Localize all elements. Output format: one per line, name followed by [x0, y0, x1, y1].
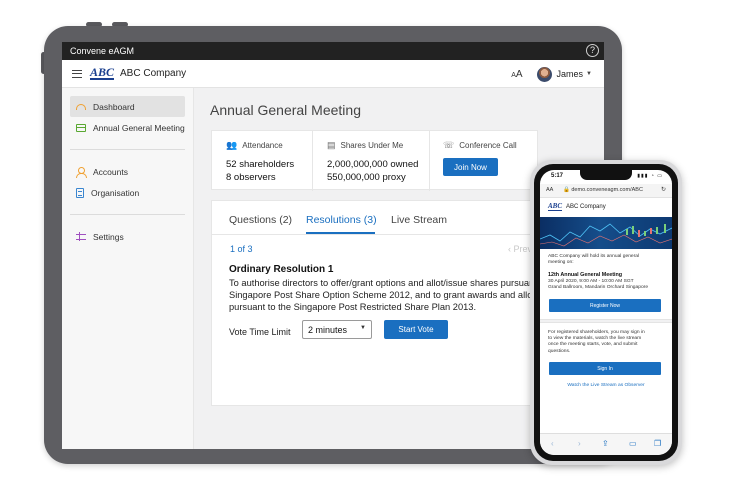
observer-count: 8 observers	[226, 172, 276, 183]
owned-shares: 2,000,000,000 owned	[327, 159, 419, 170]
proxy-shares: 550,000,000 proxy	[327, 172, 406, 183]
font-size-icon[interactable]: AA	[511, 69, 522, 80]
banner-graphic	[540, 223, 672, 247]
register-now-button[interactable]: Register Now	[549, 299, 661, 312]
phone-device: 5:17 ▮▮▮ ◔ ▭ AA 🔒 demo.conveneagm.com/AB…	[530, 160, 682, 465]
company-name: ABC Company	[120, 68, 187, 79]
forward-icon[interactable]: ›	[578, 439, 581, 448]
attendance-heading: 👥 Attendance	[226, 140, 312, 151]
phone-header: ABC ABC Company	[548, 203, 606, 211]
calendar-icon	[76, 123, 86, 132]
reader-aa-button[interactable]: AA	[546, 187, 553, 193]
tab-resolutions[interactable]: Resolutions (3)	[306, 214, 377, 226]
join-now-button[interactable]: Join Now	[443, 158, 498, 176]
chevron-down-icon[interactable]: ▼	[586, 71, 592, 77]
sidebar-item-accounts[interactable]: Accounts	[70, 161, 185, 182]
certificate-icon: ▤	[327, 140, 336, 150]
font-size-large-glyph: A	[515, 68, 523, 80]
app-header: ABC ABC Company AA James ▼	[62, 60, 604, 88]
conference-heading-label: Conference Call	[459, 141, 517, 150]
meeting-title: 12th Annual General Meeting	[548, 272, 623, 278]
phone-notch	[580, 170, 632, 180]
tablet-screen: Convene eAGM ? ABC ABC Company AA James …	[62, 42, 604, 449]
phone-screen: 5:17 ▮▮▮ ◔ ▭ AA 🔒 demo.conveneagm.com/AB…	[540, 170, 672, 455]
sliders-icon	[76, 231, 86, 242]
reload-icon[interactable]: ↻	[661, 186, 666, 193]
browser-address-bar[interactable]: AA 🔒 demo.conveneagm.com/ABC ↻	[540, 184, 672, 198]
signin-info-text: For registered shareholders, you may sig…	[548, 330, 666, 355]
sidebar-item-label: Settings	[93, 231, 124, 242]
meeting-details: 30 April 2020, 9:00 AM - 10:00 AM SGT Gr…	[548, 279, 666, 291]
user-name[interactable]: James	[557, 69, 584, 79]
stock-chart-banner-image	[540, 217, 672, 249]
section-divider	[540, 319, 672, 323]
browser-toolbar: ‹ › ⇪ ▭ ❐	[540, 433, 672, 455]
sidebar-item-agm[interactable]: Annual General Meeting	[70, 117, 185, 138]
tab-live-stream[interactable]: Live Stream	[391, 214, 447, 226]
company-logo: ABC	[548, 202, 563, 211]
vote-time-limit-value: 2 minutes	[308, 324, 348, 335]
shares-heading-label: Shares Under Me	[340, 141, 404, 150]
shareholder-count: 52 shareholders	[226, 159, 295, 170]
resolution-title: Ordinary Resolution 1	[229, 264, 334, 275]
people-icon: 👥	[226, 140, 238, 150]
bookmarks-icon[interactable]: ▭	[629, 439, 637, 448]
tab-questions[interactable]: Questions (2)	[229, 214, 292, 226]
back-icon[interactable]: ‹	[551, 439, 554, 448]
vote-time-limit-select[interactable]: 2 minutes ▼	[302, 320, 372, 339]
sign-in-button[interactable]: Sign In	[549, 362, 661, 375]
prev-button[interactable]: ‹ Prev	[508, 244, 532, 254]
marketing-composite: Convene eAGM ? ABC ABC Company AA James …	[0, 0, 730, 487]
sidebar-item-settings[interactable]: Settings	[70, 226, 185, 247]
sidebar-item-organisation[interactable]: Organisation	[70, 182, 185, 203]
phone-status-icons: ▮▮▮ ◔ ▭	[637, 173, 663, 179]
shares-heading: ▤ Shares Under Me	[327, 140, 429, 151]
meeting-venue: Grand Ballroom, Mandarin Orchard Singapo…	[548, 285, 649, 291]
attendance-panel: 👥 Attendance 52 shareholders 8 observers	[212, 131, 312, 191]
sidebar-item-label: Organisation	[91, 187, 140, 198]
meeting-summary-card: 👥 Attendance 52 shareholders 8 observers…	[211, 130, 539, 191]
browser-url[interactable]: 🔒 demo.conveneagm.com/ABC	[563, 187, 643, 193]
window-title: Convene eAGM	[70, 46, 135, 56]
phone-clock: 5:17	[551, 173, 564, 179]
phone-bezel: 5:17 ▮▮▮ ◔ ▭ AA 🔒 demo.conveneagm.com/AB…	[534, 164, 678, 461]
sidebar-divider	[70, 149, 185, 150]
sidebar-item-label: Accounts	[93, 166, 128, 177]
help-icon[interactable]: ?	[586, 44, 599, 57]
phone-icon: ☏	[443, 140, 455, 150]
intro-line: meeting on:	[548, 260, 574, 266]
sidebar-item-dashboard[interactable]: Dashboard	[70, 96, 185, 117]
avatar[interactable]	[536, 66, 552, 82]
menu-icon[interactable]	[72, 69, 82, 78]
active-tab-indicator	[306, 232, 375, 234]
window-titlebar: Convene eAGM ?	[62, 42, 604, 60]
info-line: questions.	[548, 348, 571, 354]
conference-heading: ☏ Conference Call	[443, 140, 539, 151]
sidebar-item-label: Annual General Meeting	[93, 122, 185, 133]
shares-panel: ▤ Shares Under Me 2,000,000,000 owned 55…	[312, 131, 429, 191]
user-controls: AA James ▼	[511, 60, 592, 88]
company-logo: ABC	[90, 65, 115, 80]
sidebar-item-label: Dashboard	[93, 101, 135, 112]
chevron-down-icon: ▼	[360, 325, 366, 331]
watch-as-observer-link[interactable]: Watch the Live Stream as Observer	[540, 383, 672, 388]
resolution-pager: 1 of 3	[230, 244, 253, 254]
sidebar-divider	[70, 214, 185, 215]
sidebar: Dashboard Annual General Meeting Account…	[62, 88, 194, 449]
start-vote-button[interactable]: Start Vote	[384, 320, 448, 339]
intro-text: ABC Company will hold its annual general…	[548, 254, 666, 266]
building-icon	[76, 187, 84, 198]
attendance-heading-label: Attendance	[242, 141, 283, 150]
vote-time-limit-label: Vote Time Limit	[229, 327, 291, 337]
share-icon[interactable]: ⇪	[602, 439, 609, 448]
conference-panel: ☏ Conference Call Join Now	[429, 131, 539, 191]
page-title: Annual General Meeting	[210, 102, 361, 118]
user-icon	[76, 166, 87, 178]
dashboard-icon	[76, 103, 86, 110]
company-name: ABC Company	[566, 204, 606, 210]
tabs-icon[interactable]: ❐	[654, 439, 661, 448]
